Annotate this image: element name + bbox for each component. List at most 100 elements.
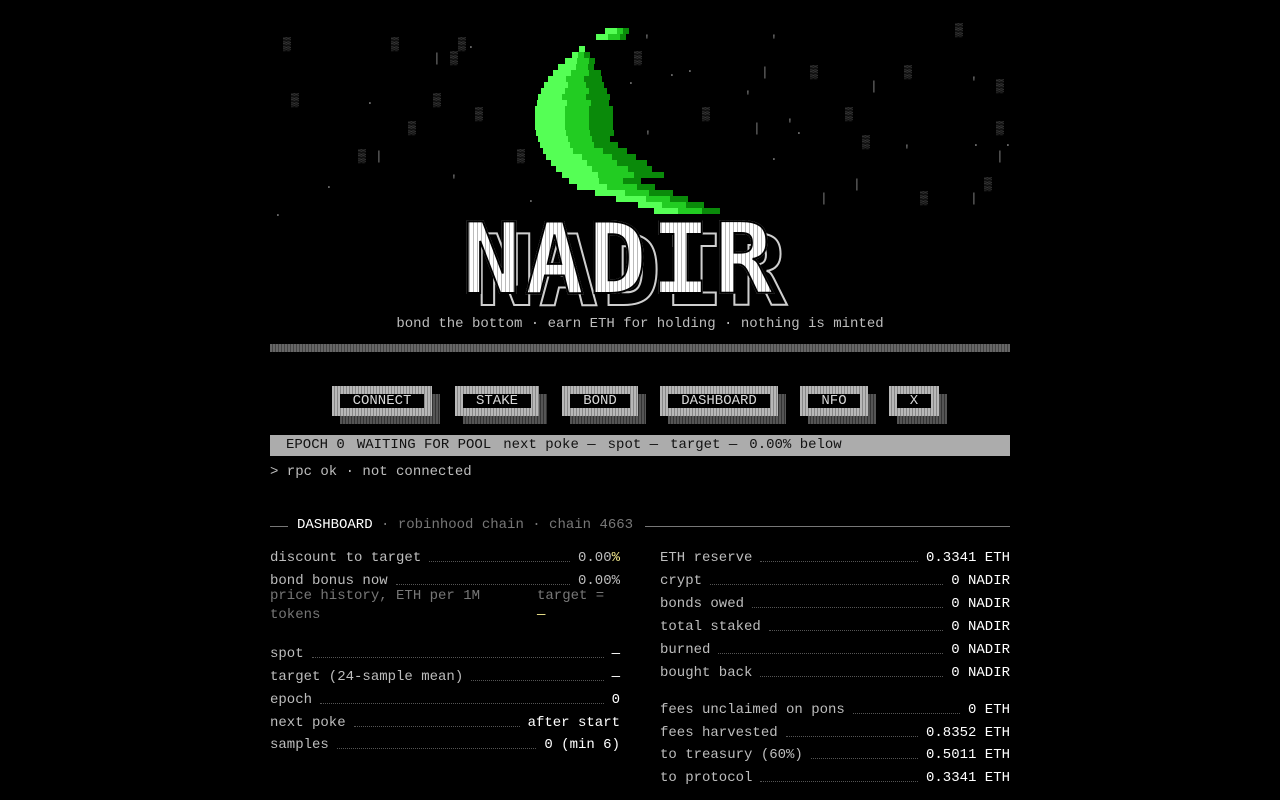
- moon-pixel: [554, 130, 560, 136]
- moon-pixel: [628, 172, 634, 178]
- moon-pixel: [559, 88, 565, 94]
- moon-pixel: [559, 112, 565, 118]
- moon-pixel: [580, 166, 586, 172]
- moon-pixel: [553, 124, 559, 130]
- moon-pixel: [623, 28, 629, 34]
- moon-pixel: [592, 94, 598, 100]
- moon-pixel: [561, 100, 567, 106]
- moon-pixel: [625, 190, 631, 196]
- moon-pixel: [571, 58, 577, 64]
- star-glyph: ▒: [845, 107, 853, 122]
- moon-pixel: [631, 184, 637, 190]
- moon-pixel: [565, 124, 571, 130]
- dashboard-button[interactable]: DASHBOARD: [660, 386, 786, 424]
- star-glyph: .: [795, 123, 803, 138]
- moon-pixel: [610, 166, 616, 172]
- status-below: 0.00% below: [749, 437, 842, 453]
- moon-pixel: [577, 184, 583, 190]
- moon-pixel: [598, 136, 604, 142]
- moon-pixel: [574, 172, 580, 178]
- moon-pixel: [553, 70, 559, 76]
- moon-pixel: [598, 172, 604, 178]
- price-history-target: target = —: [537, 587, 620, 625]
- moon-pixel: [564, 64, 570, 70]
- bonds-owed-value: 0 NADIR: [951, 596, 1010, 612]
- moon-pixel: [573, 148, 579, 154]
- star-glyph: ▒: [862, 135, 870, 150]
- moon-pixel: [570, 142, 576, 148]
- moon-pixel: [601, 112, 607, 118]
- moon-pixel: [572, 130, 578, 136]
- section-subtitle: · robinhood chain · chain 4663: [381, 517, 634, 533]
- moon-pixel: [583, 184, 589, 190]
- fees-harvested-label: fees harvested: [660, 725, 778, 741]
- moon-pixel: [535, 124, 541, 130]
- moon-pixel: [658, 196, 664, 202]
- moon-pixel: [589, 70, 595, 76]
- star-glyph: |: [753, 121, 761, 136]
- moon-pixel: [574, 82, 580, 88]
- burned-label: burned: [660, 642, 711, 658]
- moon-pixel: [595, 112, 601, 118]
- moon-pixel: [670, 196, 676, 202]
- moon-pixel: [607, 112, 613, 118]
- moon-pixel: [607, 184, 613, 190]
- bought-back-row: bought back 0 NADIR: [660, 664, 1010, 682]
- moon-pixel: [553, 106, 559, 112]
- crypt-label: crypt: [660, 573, 703, 589]
- moon-pixel: [562, 82, 568, 88]
- bonds-owed-row: bonds owed 0 NADIR: [660, 595, 1010, 613]
- moon-pixel: [544, 94, 550, 100]
- connect-button-label: CONNECT: [352, 393, 412, 409]
- moon-pixel: [555, 100, 561, 106]
- moon-pixel: [595, 88, 601, 94]
- moon-pixel: [583, 70, 589, 76]
- stake-button[interactable]: STAKE: [455, 386, 547, 424]
- moon-pixel: [605, 160, 611, 166]
- moon-pixel: [583, 124, 589, 130]
- tagline: bond the bottom · earn ETH for holding ·…: [396, 316, 884, 332]
- status-next-poke: next poke —: [503, 437, 596, 453]
- x-button-label: X: [909, 393, 919, 409]
- moon-pixel: [578, 76, 584, 82]
- moon-pixel: [611, 178, 617, 184]
- moon-pixel: [541, 118, 547, 124]
- star-glyph: .: [770, 149, 778, 164]
- star-glyph: ▒: [517, 149, 525, 164]
- moon-pixel: [568, 136, 574, 142]
- moon-pixel: [596, 76, 602, 82]
- moon-pixel: [580, 94, 586, 100]
- moon-pixel: [605, 28, 611, 34]
- moon-pixel: [579, 100, 585, 106]
- nfo-button[interactable]: NFO: [800, 386, 876, 424]
- moon-pixel: [553, 118, 559, 124]
- to-treasury-row: to treasury (60%) 0.5011 ETH: [660, 746, 1010, 764]
- moon-pixel: [577, 106, 583, 112]
- moon-pixel: [611, 28, 617, 34]
- moon-pixel: [643, 190, 649, 196]
- moon-pixel: [595, 118, 601, 124]
- star-glyph: ▒: [391, 37, 399, 52]
- section-title: DASHBOARD: [297, 517, 373, 533]
- epoch-status-bar: EPOCH 0 WAITING FOR POOL next poke — spot —…: [270, 435, 1010, 456]
- moon-pixel: [580, 82, 586, 88]
- moon-pixel: [559, 106, 565, 112]
- moon-pixel: [557, 160, 563, 166]
- price-history-chart: price history, ETH per 1M tokens target …: [270, 587, 620, 627]
- moon-pixel: [549, 148, 555, 154]
- moon-pixel: [617, 178, 623, 184]
- bond-button[interactable]: BOND: [562, 386, 646, 424]
- moon-pixel: [634, 196, 640, 202]
- moon-pixel: [589, 58, 595, 64]
- connect-button[interactable]: CONNECT: [332, 386, 440, 424]
- moon-pixel: [571, 88, 577, 94]
- spot-value: —: [611, 646, 620, 662]
- star-glyph: ▒: [458, 37, 466, 52]
- discount-row: discount to target 0.00%: [270, 549, 620, 567]
- rpc-status-line: > rpc ok · not connected: [270, 464, 472, 480]
- leader-dots: [395, 584, 570, 585]
- moon-pixel: [565, 70, 571, 76]
- x-button[interactable]: X: [889, 386, 947, 424]
- eth-reserve-label: ETH reserve: [660, 550, 753, 566]
- moon-pixel: [571, 106, 577, 112]
